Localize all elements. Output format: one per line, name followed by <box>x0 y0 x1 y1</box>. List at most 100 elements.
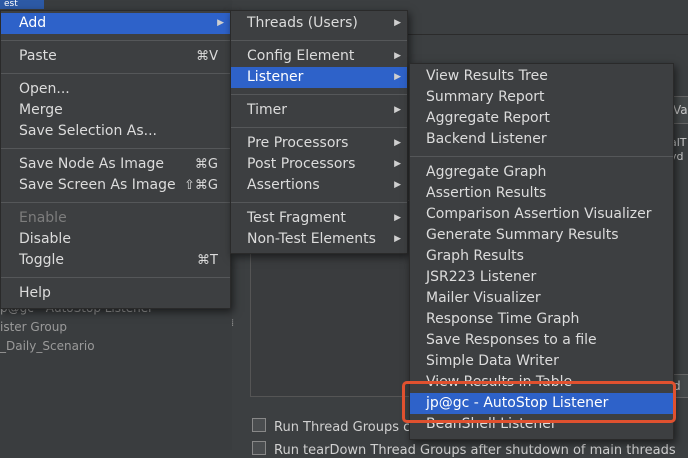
tree-item[interactable]: ister Group <box>0 320 67 334</box>
menu-item-label: Pre Processors <box>247 135 349 151</box>
menu-item-label: Open... <box>19 81 70 97</box>
menu-item-aggregate-graph[interactable]: Aggregate Graph <box>410 162 673 183</box>
submenu-arrow-icon: ▶ <box>394 51 401 61</box>
menu-item-assertion-results[interactable]: Assertion Results <box>410 183 673 204</box>
add-submenu: Threads (Users) ▶ Config Element ▶ Liste… <box>230 10 408 254</box>
menu-divider <box>410 156 673 157</box>
menu-item-label: Non-Test Elements <box>247 231 376 247</box>
menu-item-shortcut: ⌘T <box>197 253 218 268</box>
menu-divider <box>1 202 230 203</box>
menu-item-label: Assertion Results <box>426 185 547 201</box>
submenu-arrow-icon: ▶ <box>394 105 401 115</box>
menu-divider <box>231 40 407 41</box>
menu-item-label: Threads (Users) <box>247 15 358 31</box>
menu-item-label: Timer <box>247 102 288 118</box>
submenu-arrow-icon: ▶ <box>394 138 401 148</box>
menu-item-config-element[interactable]: Config Element ▶ <box>231 46 407 67</box>
menu-divider <box>1 73 230 74</box>
menu-divider <box>231 127 407 128</box>
splitter-grip-icon[interactable]: ⁞ <box>231 318 234 329</box>
menu-item-label: Config Element <box>247 48 355 64</box>
menu-item-label: Save Selection As... <box>19 123 158 139</box>
menu-item-response-time-graph[interactable]: Response Time Graph <box>410 309 673 330</box>
submenu-arrow-icon: ▶ <box>394 234 401 244</box>
menu-item-paste[interactable]: Paste ⌘V <box>1 46 230 67</box>
menu-item-assertions[interactable]: Assertions ▶ <box>231 175 407 196</box>
menu-item-save-selection-as[interactable]: Save Selection As... <box>1 121 230 142</box>
menu-item-label: Save Responses to a file <box>426 332 597 348</box>
menu-divider <box>231 202 407 203</box>
menu-item-listener[interactable]: Listener ▶ <box>231 67 407 88</box>
checkbox[interactable] <box>252 441 266 455</box>
menu-item-view-results-tree[interactable]: View Results Tree <box>410 66 673 87</box>
menu-item-label: Mailer Visualizer <box>426 290 541 306</box>
menu-item-shortcut: ⌘V <box>196 49 218 64</box>
menu-item-help[interactable]: Help <box>1 283 230 304</box>
context-menu: Add ▶ Paste ⌘V Open... Merge Save Select… <box>0 10 231 309</box>
menu-item-post-processors[interactable]: Post Processors ▶ <box>231 154 407 175</box>
checkbox[interactable] <box>252 418 266 432</box>
run-thread-groups-option[interactable]: Run Thread Groups cc <box>252 418 417 435</box>
submenu-arrow-icon: ▶ <box>394 180 401 190</box>
tree-item-selected[interactable]: est <box>0 0 44 9</box>
menu-item-aggregate-report[interactable]: Aggregate Report <box>410 108 673 129</box>
menu-item-label: Comparison Assertion Visualizer <box>426 206 652 222</box>
menu-item-label: Simple Data Writer <box>426 353 559 369</box>
menu-item-label: Assertions <box>247 177 320 193</box>
menu-item-threads-users[interactable]: Threads (Users) ▶ <box>231 13 407 34</box>
tree-item[interactable]: _Daily_Scenario <box>0 339 95 353</box>
checkbox-label: Run tearDown Thread Groups after shutdow… <box>274 443 676 458</box>
menu-item-label: Backend Listener <box>426 131 547 147</box>
menu-item-toggle[interactable]: Toggle ⌘T <box>1 250 230 271</box>
menu-item-comparison-assertion-visualizer[interactable]: Comparison Assertion Visualizer <box>410 204 673 225</box>
menu-item-test-fragment[interactable]: Test Fragment ▶ <box>231 208 407 229</box>
menu-item-label: Add <box>19 15 47 31</box>
menu-item-label: Save Screen As Image <box>19 177 176 193</box>
menu-item-shortcut: ⌘G <box>194 157 218 172</box>
menu-item-label: Summary Report <box>426 89 545 105</box>
menu-item-label: Post Processors <box>247 156 356 172</box>
highlight-annotation <box>402 381 676 423</box>
menu-item-open[interactable]: Open... <box>1 79 230 100</box>
menu-item-backend-listener[interactable]: Backend Listener <box>410 129 673 150</box>
menu-item-label: Toggle <box>19 252 65 268</box>
menu-item-label: Graph Results <box>426 248 524 264</box>
menu-item-label: Merge <box>19 102 63 118</box>
menu-item-summary-report[interactable]: Summary Report <box>410 87 673 108</box>
menu-item-label: Listener <box>247 69 304 85</box>
menu-item-label: Paste <box>19 48 57 64</box>
menu-item-label: Enable <box>19 210 67 226</box>
menu-item-disable[interactable]: Disable <box>1 229 230 250</box>
menu-item-generate-summary-results[interactable]: Generate Summary Results <box>410 225 673 246</box>
menu-divider <box>1 40 230 41</box>
menu-item-mailer-visualizer[interactable]: Mailer Visualizer <box>410 288 673 309</box>
menu-item-pre-processors[interactable]: Pre Processors ▶ <box>231 133 407 154</box>
menu-item-enable: Enable <box>1 208 230 229</box>
menu-item-label: Test Fragment <box>247 210 346 226</box>
menu-divider <box>1 277 230 278</box>
submenu-arrow-icon: ▶ <box>394 72 401 82</box>
submenu-arrow-icon: ▶ <box>394 159 401 169</box>
menu-item-label: JSR223 Listener <box>426 269 537 285</box>
menu-item-timer[interactable]: Timer ▶ <box>231 100 407 121</box>
submenu-arrow-icon: ▶ <box>217 18 224 28</box>
menu-item-graph-results[interactable]: Graph Results <box>410 246 673 267</box>
menu-divider <box>1 148 230 149</box>
menu-item-jsr223-listener[interactable]: JSR223 Listener <box>410 267 673 288</box>
menu-item-label: Generate Summary Results <box>426 227 619 243</box>
menu-item-label: Aggregate Graph <box>426 164 547 180</box>
menu-item-save-responses-to-file[interactable]: Save Responses to a file <box>410 330 673 351</box>
menu-item-shortcut: ⇧⌘G <box>184 178 218 193</box>
menu-item-save-node-as-image[interactable]: Save Node As Image ⌘G <box>1 154 230 175</box>
menu-item-label: Help <box>19 285 51 301</box>
menu-item-label: Disable <box>19 231 71 247</box>
checkbox-label: Run Thread Groups cc <box>274 420 418 435</box>
menu-item-label: Aggregate Report <box>426 110 550 126</box>
menu-item-simple-data-writer[interactable]: Simple Data Writer <box>410 351 673 372</box>
menu-item-label: Response Time Graph <box>426 311 580 327</box>
menu-divider <box>231 94 407 95</box>
menu-item-non-test-elements[interactable]: Non-Test Elements ▶ <box>231 229 407 250</box>
menu-item-add[interactable]: Add ▶ <box>1 13 230 34</box>
menu-item-merge[interactable]: Merge <box>1 100 230 121</box>
menu-item-save-screen-as-image[interactable]: Save Screen As Image ⇧⌘G <box>1 175 230 196</box>
